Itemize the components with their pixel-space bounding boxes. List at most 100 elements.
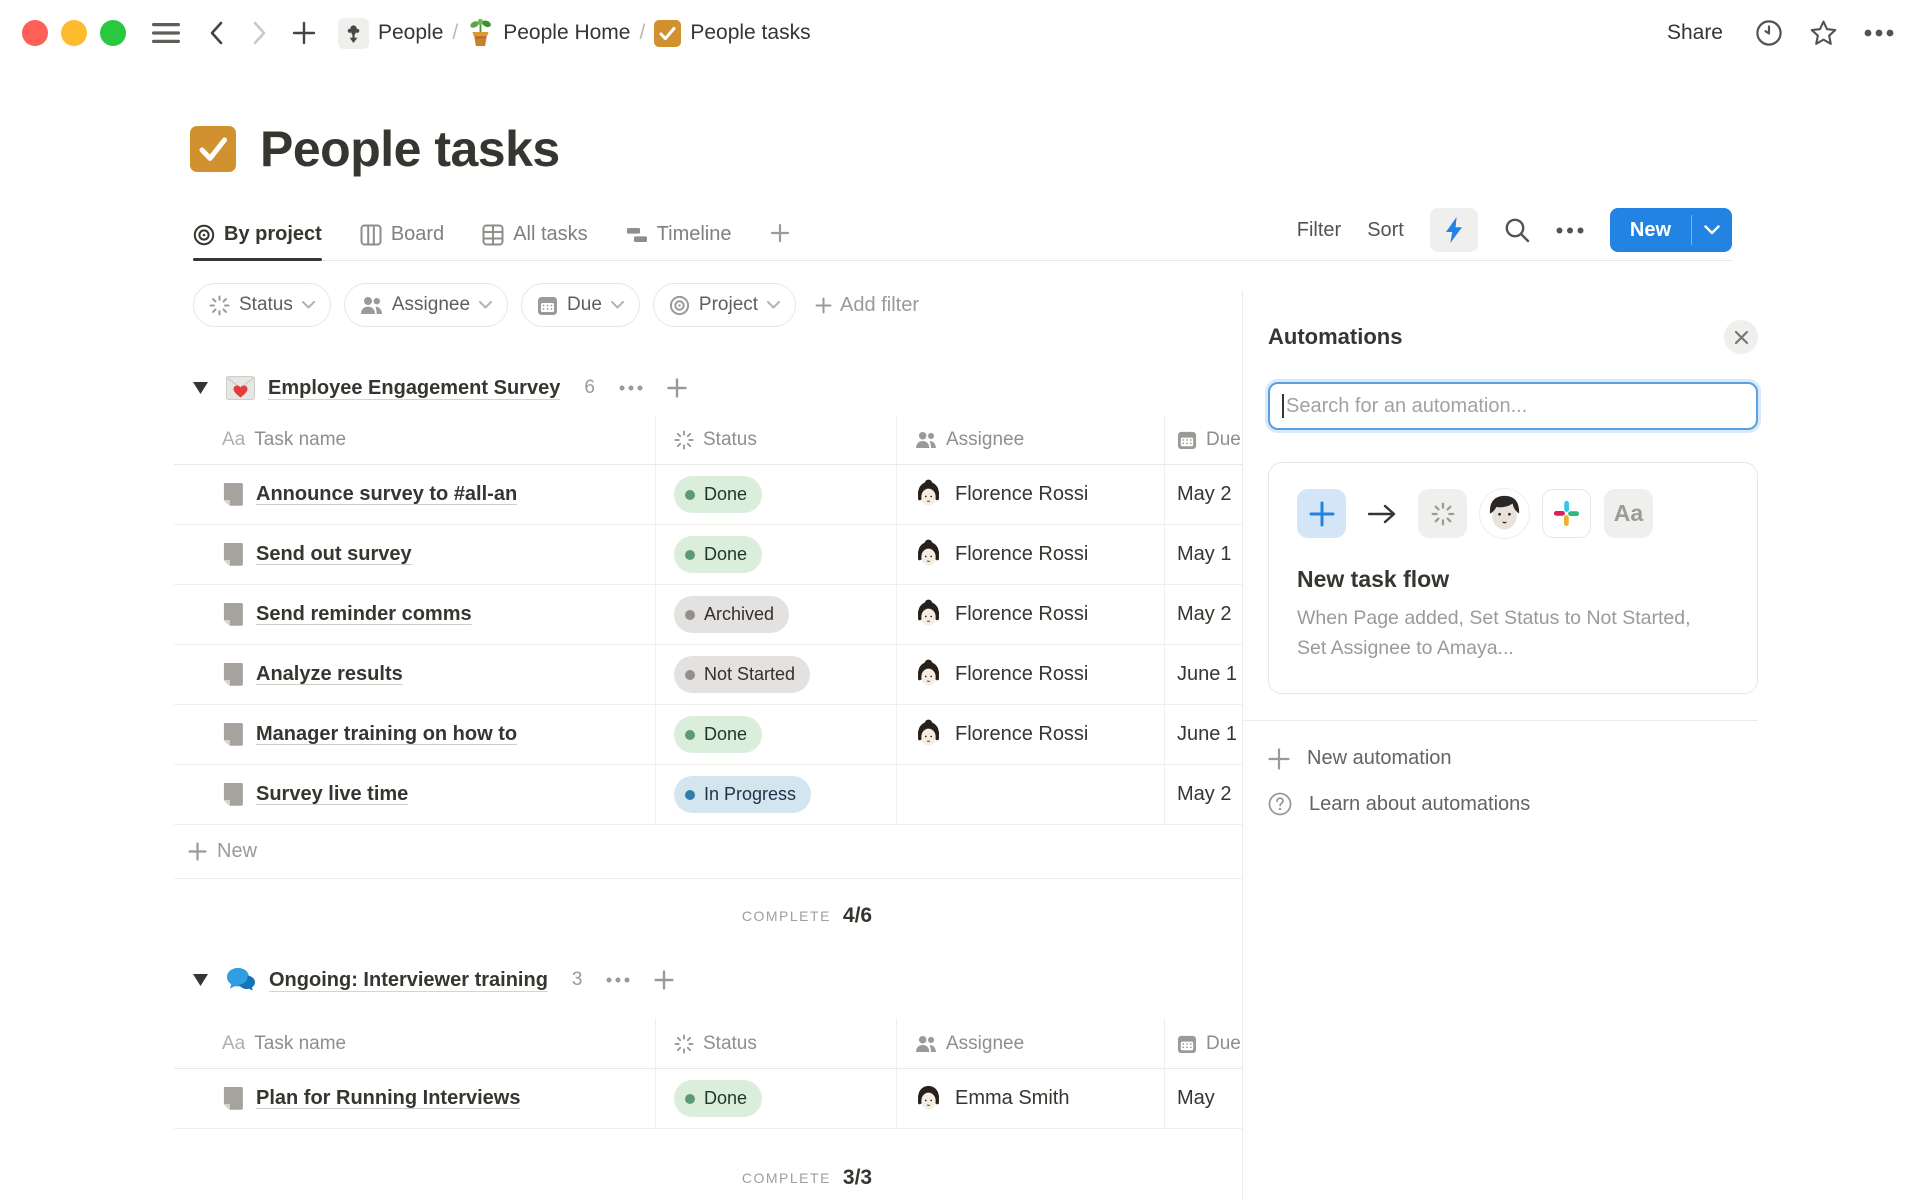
add-view-button[interactable] (770, 223, 790, 260)
text-property-icon: Aa (1604, 489, 1653, 538)
search-view-button[interactable] (1504, 217, 1530, 243)
tab-timeline[interactable]: Timeline (626, 223, 732, 260)
automations-panel-title: Automations (1268, 324, 1402, 350)
breadcrumb-item-people-tasks[interactable]: People tasks (648, 17, 816, 50)
minimize-window-button[interactable] (61, 20, 87, 46)
status-pill[interactable]: Archived (674, 596, 789, 633)
table-icon (482, 224, 504, 246)
assignee-name: Emma Smith (955, 1087, 1069, 1110)
breadcrumb: People / People Home / People tasks (332, 15, 817, 52)
view-tabs-row: By project Board All tasks Timeline (193, 208, 1732, 261)
breadcrumb-separator: / (452, 21, 458, 45)
automation-search-input[interactable] (1268, 382, 1758, 430)
assignee-name: Florence Rossi (955, 543, 1088, 566)
plus-icon (188, 842, 207, 861)
zoom-window-button[interactable] (100, 20, 126, 46)
breadcrumb-item-people[interactable]: People (332, 15, 449, 52)
page-icon (222, 1087, 244, 1111)
filter-button[interactable]: Filter (1297, 219, 1341, 242)
collapse-triangle-icon[interactable] (193, 974, 208, 986)
more-options-button[interactable] (1864, 29, 1894, 37)
new-page-button[interactable] (286, 15, 322, 51)
task-link[interactable]: Send reminder comms (256, 603, 472, 626)
assignee-avatar (913, 719, 944, 750)
add-filter-button[interactable]: Add filter (815, 294, 919, 317)
arrow-right-icon (1367, 503, 1397, 525)
column-header-assignee[interactable]: Assignee (897, 1019, 1165, 1068)
forward-button[interactable] (242, 15, 278, 51)
tab-by-project[interactable]: By project (193, 223, 322, 260)
task-link[interactable]: Survey live time (256, 783, 408, 806)
sort-button[interactable]: Sort (1367, 219, 1404, 242)
lightning-bolt-icon (1444, 216, 1464, 244)
status-pill[interactable]: Not Started (674, 656, 810, 693)
task-link[interactable]: Manager training on how to (256, 723, 517, 746)
column-header-status[interactable]: Status (656, 1019, 897, 1068)
filter-chip-due[interactable]: Due (521, 283, 640, 327)
status-pill[interactable]: In Progress (674, 776, 811, 813)
assignee-name: Florence Rossi (955, 723, 1088, 746)
breadcrumb-item-people-home[interactable]: People Home (461, 16, 636, 50)
share-button[interactable]: Share (1661, 17, 1729, 49)
automation-search (1268, 382, 1758, 430)
orange-checkbox-icon (654, 20, 681, 47)
assignee-avatar (913, 1083, 944, 1114)
new-automation-button[interactable]: New automation (1268, 747, 1758, 770)
task-link[interactable]: Announce survey to #all-an (256, 483, 517, 506)
group-add-row-button[interactable] (654, 970, 674, 990)
column-header-task-name[interactable]: AaTask name (174, 415, 656, 464)
hamburger-icon (152, 22, 180, 44)
tab-board[interactable]: Board (360, 223, 444, 260)
assignee-avatar (913, 599, 944, 630)
calendar-icon (537, 295, 558, 316)
new-button-dropdown[interactable] (1692, 208, 1732, 252)
task-link[interactable]: Plan for Running Interviews (256, 1087, 520, 1110)
updates-clock-button[interactable] (1755, 19, 1783, 47)
collapse-triangle-icon[interactable] (193, 382, 208, 394)
search-icon (1504, 217, 1530, 243)
back-button[interactable] (198, 15, 234, 51)
status-pill[interactable]: Done (674, 476, 762, 513)
automations-bolt-button[interactable] (1430, 208, 1478, 252)
group-options-button[interactable] (606, 977, 630, 983)
assignee-name: Florence Rossi (955, 663, 1088, 686)
status-pill[interactable]: Done (674, 536, 762, 573)
filter-chip-status[interactable]: Status (193, 283, 331, 327)
column-header-assignee[interactable]: Assignee (897, 415, 1165, 464)
close-window-button[interactable] (22, 20, 48, 46)
group-add-row-button[interactable] (667, 378, 687, 398)
tab-all-tasks[interactable]: All tasks (482, 223, 587, 260)
filter-chip-assignee[interactable]: Assignee (344, 283, 508, 327)
chevron-down-icon (302, 301, 315, 309)
breadcrumb-label: People (378, 21, 443, 45)
close-panel-button[interactable] (1724, 320, 1758, 354)
view-toolbar: Filter Sort New (1297, 208, 1732, 260)
favorite-star-button[interactable] (1809, 19, 1838, 47)
learn-about-automations-link[interactable]: Learn about automations (1268, 792, 1758, 816)
new-button-group: New (1610, 208, 1732, 252)
chevron-down-icon (767, 301, 780, 309)
close-icon (1734, 330, 1749, 345)
task-link[interactable]: Analyze results (256, 663, 403, 686)
assignee-avatar (913, 539, 944, 570)
topbar: People / People Home / People tasks Shar… (0, 0, 1920, 66)
status-pill[interactable]: Done (674, 716, 762, 753)
assignee-avatar (1480, 489, 1529, 538)
sidebar-toggle-button[interactable] (148, 15, 184, 51)
view-options-button[interactable] (1556, 227, 1584, 234)
star-icon (1809, 19, 1838, 47)
column-header-task-name[interactable]: AaTask name (174, 1019, 656, 1068)
group-title[interactable]: Employee Engagement Survey (268, 377, 560, 400)
plus-icon (667, 378, 687, 398)
column-header-status[interactable]: Status (656, 415, 897, 464)
new-button[interactable]: New (1610, 208, 1691, 252)
task-link[interactable]: Send out survey (256, 543, 412, 566)
group-title[interactable]: Ongoing: Interviewer training (269, 969, 548, 992)
assignee-name: Florence Rossi (955, 603, 1088, 626)
automation-card-new-task-flow[interactable]: Aa New task flow When Page added, Set St… (1268, 462, 1758, 694)
group-options-button[interactable] (619, 385, 643, 391)
status-pill[interactable]: Done (674, 1080, 762, 1117)
filter-chip-project[interactable]: Project (653, 283, 796, 327)
ellipsis-icon (606, 977, 630, 983)
breadcrumb-separator: / (639, 21, 645, 45)
